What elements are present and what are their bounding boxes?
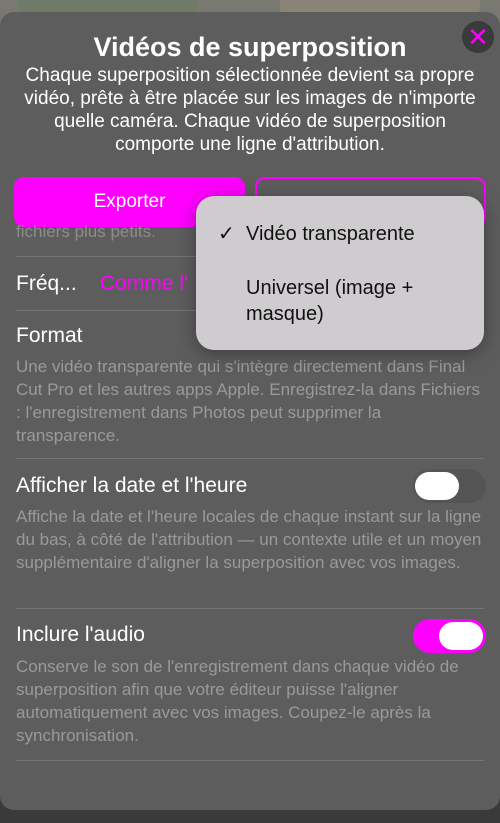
toggle-knob [439,622,483,650]
sheet-title: Vidéos de superposition [93,32,407,62]
frequency-label: Fréq... [16,272,77,295]
date-time-label: Afficher la date et l'heure [16,474,248,497]
format-description: Une vidéo transparente qui s'intègre dir… [16,357,480,445]
date-time-toggle[interactable] [413,469,486,503]
checkmark-icon: ✓ [218,223,235,245]
divider [16,760,484,761]
audio-description: Conserve le son de l'enregistrement dans… [16,657,459,745]
frequency-value[interactable]: Comme l' [100,272,188,296]
date-time-description: Affiche la date et l'heure locales de ch… [16,507,482,572]
divider [16,608,484,609]
toggle-knob [415,472,459,500]
partial-description: fichiers plus petits. [16,222,156,241]
format-dropdown-menu: ✓ Vidéo transparente Universel (image + … [196,196,484,350]
divider [16,458,484,459]
audio-toggle[interactable] [413,619,486,653]
menu-item-label: Universel (image + masque) [246,277,414,325]
sheet-subtitle: Chaque superposition sélectionnée devien… [24,65,476,155]
overlay-videos-sheet: Vidéos de superposition ✕ Chaque superpo… [0,12,500,810]
audio-label: Inclure l'audio [16,623,145,646]
menu-item-label: Vidéo transparente [246,223,415,245]
close-icon[interactable]: ✕ [462,21,494,53]
format-label[interactable]: Format [16,324,83,348]
